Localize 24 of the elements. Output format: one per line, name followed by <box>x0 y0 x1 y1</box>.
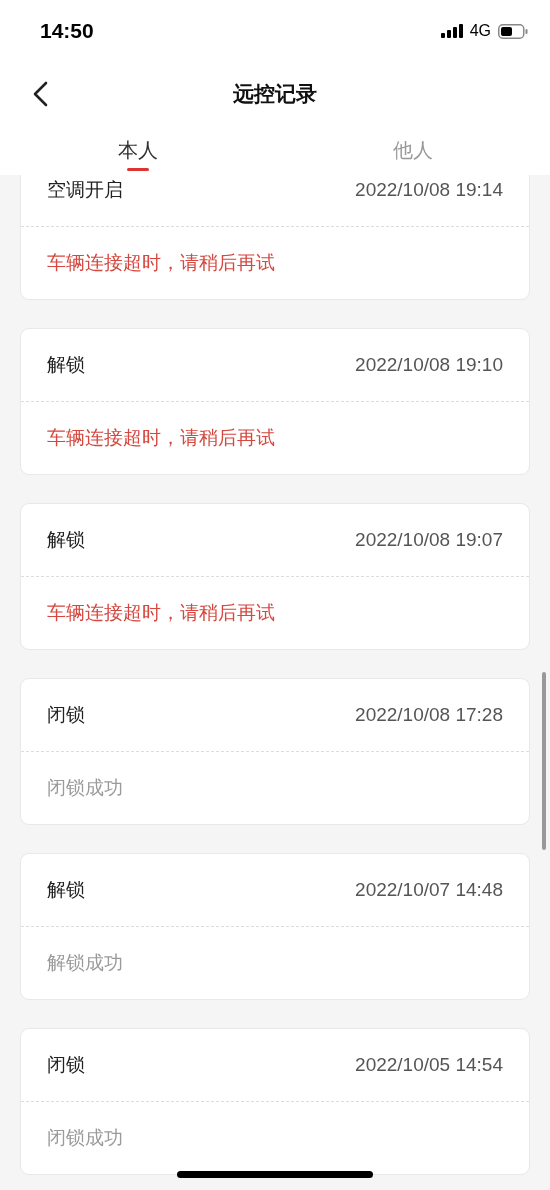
record-action: 解锁 <box>47 877 85 902</box>
record-action: 闭锁 <box>47 702 85 727</box>
record-time: 2022/10/08 17:28 <box>355 704 503 726</box>
status-time: 14:50 <box>40 19 94 43</box>
record-action: 空调开启 <box>47 177 123 202</box>
record-result: 闭锁成功 <box>47 1125 123 1150</box>
record-time: 2022/10/05 14:54 <box>355 1054 503 1076</box>
page-title: 远控记录 <box>233 80 317 108</box>
record-time: 2022/10/08 19:10 <box>355 354 503 376</box>
record-time: 2022/10/08 19:07 <box>355 529 503 551</box>
record-result: 闭锁成功 <box>47 775 123 800</box>
record-time: 2022/10/07 14:48 <box>355 879 503 901</box>
network-label: 4G <box>469 22 491 40</box>
signal-icon <box>440 24 465 38</box>
record-time: 2022/10/08 19:14 <box>355 179 503 201</box>
record-result: 车辆连接超时，请稍后再试 <box>47 600 275 625</box>
battery-icon <box>498 23 528 39</box>
record-result: 车辆连接超时，请稍后再试 <box>47 425 275 450</box>
record-action: 闭锁 <box>47 1052 85 1077</box>
record-action: 解锁 <box>47 527 85 552</box>
record-action: 解锁 <box>47 352 85 377</box>
tab[interactable]: 本人 <box>0 125 275 175</box>
record-result: 车辆连接超时，请稍后再试 <box>47 250 275 275</box>
record-result: 解锁成功 <box>47 950 123 975</box>
